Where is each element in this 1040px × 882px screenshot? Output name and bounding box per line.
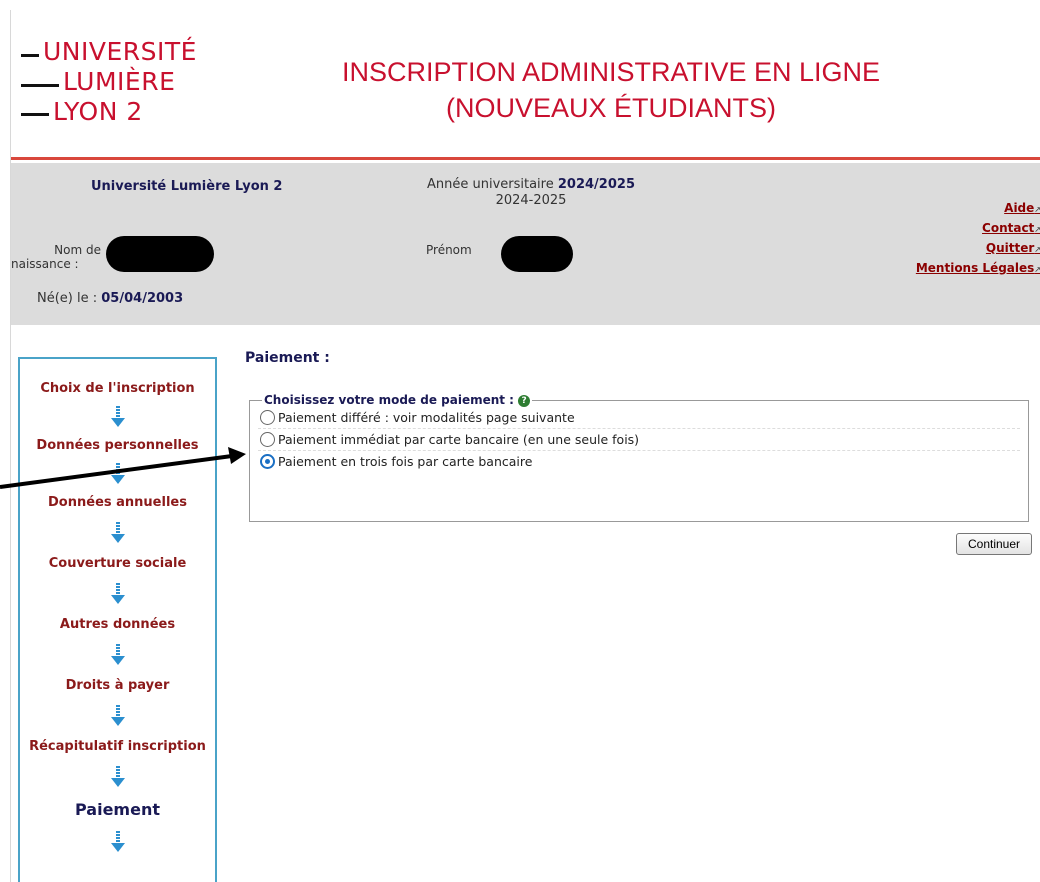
arrow-down-icon [110,583,125,605]
birth-date-value: 05/04/2003 [101,291,184,306]
redacted-first-name [501,236,573,272]
university-logo: UNIVERSITÉ LUMIÈRE LYON 2 [21,38,221,138]
continue-button[interactable]: Continuer [956,533,1032,555]
question-icon[interactable]: ? [518,394,531,407]
redacted-birth-name [106,236,214,272]
header-links: Aide Contact Quitter Mentions Légales [916,199,1040,279]
header-banner: UNIVERSITÉ LUMIÈRE LYON 2 INSCRIPTION AD… [11,10,1040,160]
academic-year-label: Année universitaire [426,177,554,192]
page-title: INSCRIPTION ADMINISTRATIVE EN LIGNE (NOU… [301,54,921,126]
step-paiement-current: Paiement [75,800,160,819]
payment-mode-legend: Choisissez votre mode de paiement : ? [262,393,532,407]
payment-mode-legend-text: Choisissez votre mode de paiement : [264,393,514,407]
step-droits-a-payer: Droits à payer [65,678,170,693]
logo-word-1: UNIVERSITÉ [43,37,197,66]
section-title: Paiement : [245,350,330,366]
payment-mode-fieldset: Choisissez votre mode de paiement : ? Pa… [249,393,1029,522]
first-name-label: Prénom [426,243,472,257]
title-line-2: (NOUVEAUX ÉTUDIANTS) [445,93,777,123]
step-donnees-annuelles: Données annuelles [48,495,187,510]
logo-word-3: LYON 2 [53,97,143,126]
payment-option-deferred-label[interactable]: Paiement différé : voir modalités page s… [278,410,658,425]
step-choix-inscription: Choix de l'inscription [40,381,195,396]
student-info-band: Université Lumière Lyon 2 Année universi… [11,163,1040,325]
birth-date-label: Né(e) le : [37,291,98,306]
step-autres-donnees: Autres données [59,617,176,632]
title-line-1: INSCRIPTION ADMINISTRATIVE EN LIGNE [341,57,881,87]
payment-option-immediate-label[interactable]: Paiement immédiat par carte bancaire (en… [278,432,658,447]
payment-option-three-times[interactable]: Paiement en trois fois par carte bancair… [258,451,1020,472]
payment-option-three-times-label[interactable]: Paiement en trois fois par carte bancair… [278,454,658,469]
arrow-down-icon [110,766,125,788]
arrow-down-icon [110,522,125,544]
page: UNIVERSITÉ LUMIÈRE LYON 2 INSCRIPTION AD… [10,10,1040,882]
legal-notice-link[interactable]: Mentions Légales [916,259,1040,279]
radio-deferred[interactable] [260,410,275,425]
arrow-down-icon [110,705,125,727]
birth-date: Né(e) le : 05/04/2003 [37,291,183,306]
arrow-down-icon [110,644,125,666]
payment-option-deferred[interactable]: Paiement différé : voir modalités page s… [258,407,1020,429]
steps-sidebar: Choix de l'inscription Données personnel… [18,357,217,882]
step-recapitulatif: Récapitulatif inscription [29,739,206,754]
radio-three-times[interactable] [260,454,275,469]
help-link[interactable]: Aide [916,199,1040,219]
birth-name-label: Nom de naissance : [11,243,101,271]
contact-link[interactable]: Contact [916,219,1040,239]
arrow-down-icon [110,406,125,428]
birth-name-label-line1: Nom de [54,243,101,257]
university-name: Université Lumière Lyon 2 [91,179,283,194]
step-couverture-sociale: Couverture sociale [48,556,187,571]
quit-link[interactable]: Quitter [916,239,1040,259]
birth-name-label-line2: naissance : [11,257,79,271]
arrow-down-icon [110,831,125,853]
payment-option-immediate[interactable]: Paiement immédiat par carte bancaire (en… [258,429,1020,451]
radio-immediate[interactable] [260,432,275,447]
academic-year-sub: 2024-2025 [495,193,567,208]
academic-year: Année universitaire 2024/2025 2024-2025 [401,177,661,209]
logo-word-2: LUMIÈRE [63,67,176,96]
arrow-down-icon [110,463,125,485]
academic-year-value: 2024/2025 [557,177,635,192]
step-donnees-personnelles: Données personnelles [36,438,199,453]
